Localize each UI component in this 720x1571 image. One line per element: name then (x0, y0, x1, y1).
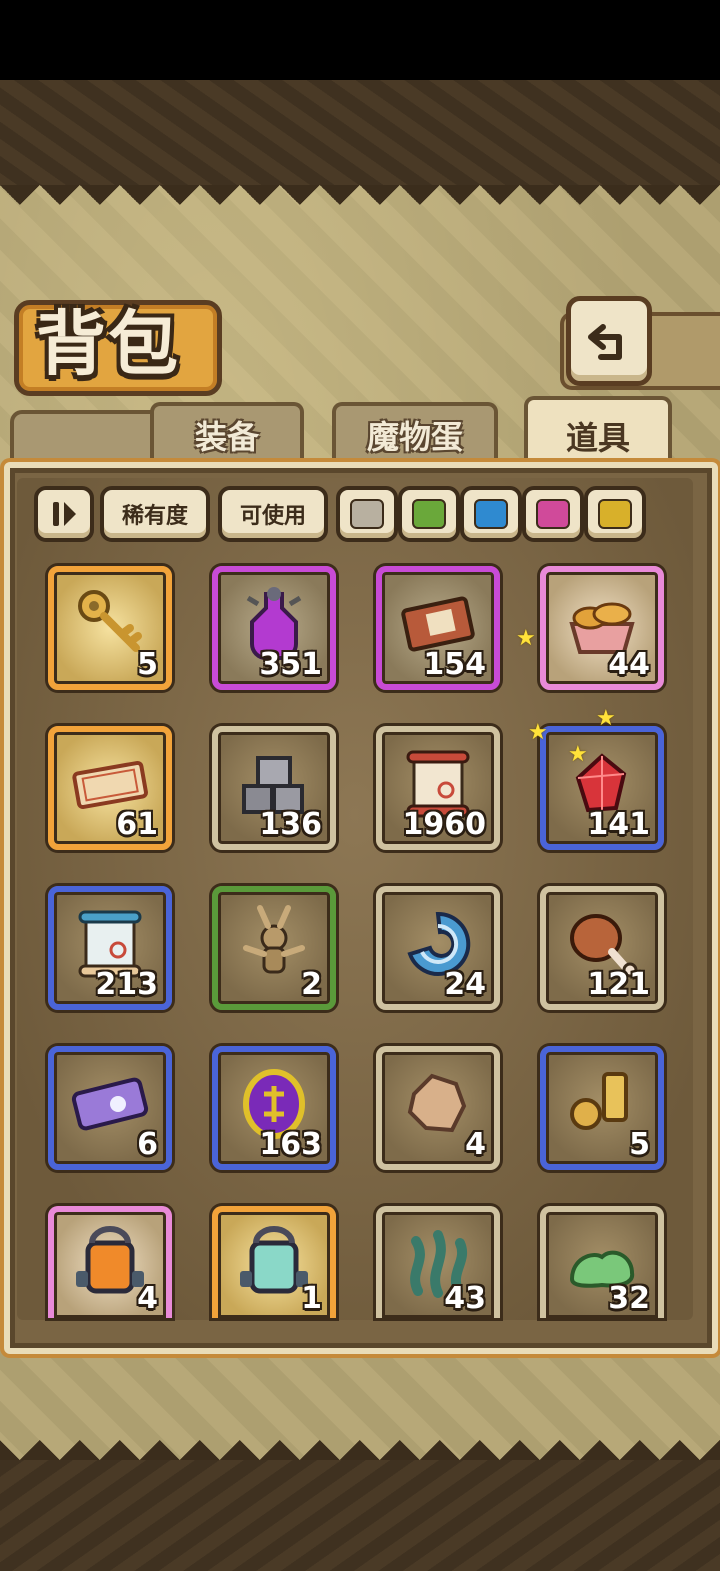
torn-edge-top (0, 185, 720, 225)
map-background-top (0, 80, 720, 190)
item-count: 351 (259, 647, 322, 682)
sparkle-star-icon: ★ (528, 720, 548, 745)
inventory-slot[interactable]: 136 (212, 726, 336, 850)
inventory-slot[interactable]: 4 (48, 1206, 172, 1318)
item-count: 213 (95, 967, 158, 1002)
item-count: 154 (423, 647, 486, 682)
rarity-filter-button[interactable]: 稀有度 (100, 486, 210, 542)
item-count: 5 (629, 1127, 650, 1162)
back-button[interactable] (566, 296, 652, 386)
item-count: 1960 (402, 807, 487, 842)
item-count: 5 (137, 647, 158, 682)
swatch-color (350, 499, 384, 529)
item-count: 6 (137, 1127, 158, 1162)
tab-items[interactable]: 道具 (524, 396, 672, 472)
inventory-slot[interactable]: 6 (48, 1046, 172, 1170)
inventory-slot[interactable]: 44 (540, 566, 664, 690)
item-count: 4 (465, 1127, 486, 1162)
tab-label: 装备 (194, 418, 259, 456)
tab-label: 道具 (565, 419, 630, 457)
tab-equipment[interactable]: 装备 (150, 402, 304, 464)
inventory-slot[interactable]: 43 (376, 1206, 500, 1318)
swatch-color (412, 499, 446, 529)
item-count: 43 (444, 1281, 486, 1316)
sparkle-star-icon: ★ (516, 626, 536, 651)
inventory-slot[interactable]: 61 (48, 726, 172, 850)
item-count: 32 (608, 1281, 650, 1316)
sort-toggle-icon (53, 502, 76, 526)
inventory-slot[interactable]: 2 (212, 886, 336, 1010)
sparkle-star-icon: ★ (596, 706, 616, 731)
swatch-color (536, 499, 570, 529)
rarity-swatch-blue[interactable] (460, 486, 522, 542)
inventory-slot[interactable]: 1960 (376, 726, 500, 850)
item-count: 24 (444, 967, 486, 1002)
sort-toggle-button[interactable] (34, 486, 94, 542)
inventory-slot[interactable]: 154 (376, 566, 500, 690)
swatch-color (598, 499, 632, 529)
inventory-slot[interactable]: 351 (212, 566, 336, 690)
inventory-slot[interactable]: 213 (48, 886, 172, 1010)
item-count: 136 (259, 807, 322, 842)
inventory-slot[interactable]: 32 (540, 1206, 664, 1318)
inventory-slot[interactable]: 1 (212, 1206, 336, 1318)
status-bar (0, 0, 720, 80)
inventory-slot[interactable]: 163 (212, 1046, 336, 1170)
rarity-swatch-gold[interactable] (584, 486, 646, 542)
rarity-swatch-green[interactable] (398, 486, 460, 542)
rarity-filter-label: 稀有度 (121, 504, 188, 529)
item-count: 61 (116, 807, 158, 842)
rarity-swatch-grey[interactable] (336, 486, 398, 542)
tab-monster-egg[interactable]: 魔物蛋 (332, 402, 498, 464)
sparkle-star-icon: ★ (568, 742, 588, 767)
back-arrow-icon (588, 324, 622, 360)
torn-edge-bottom (0, 1420, 720, 1460)
item-count: 163 (259, 1127, 322, 1162)
item-count: 121 (587, 967, 650, 1002)
inventory-slot[interactable]: 5 (540, 1046, 664, 1170)
item-count: 44 (608, 647, 650, 682)
item-count: 141 (587, 807, 650, 842)
inventory-slot[interactable]: 5 (48, 566, 172, 690)
item-count: 1 (301, 1281, 322, 1316)
item-count: 2 (301, 967, 322, 1002)
inventory-slot[interactable]: 4 (376, 1046, 500, 1170)
inventory-slot[interactable]: 121 (540, 886, 664, 1010)
inventory-slot[interactable]: 141 (540, 726, 664, 850)
item-count: 4 (137, 1281, 158, 1316)
map-background-bottom (0, 1460, 720, 1571)
usable-filter-label: 可使用 (239, 504, 306, 529)
swatch-color (474, 499, 508, 529)
usable-filter-button[interactable]: 可使用 (218, 486, 328, 542)
rarity-swatch-pink[interactable] (522, 486, 584, 542)
tab-spacer (10, 410, 156, 466)
page-title: 背包 (36, 302, 180, 385)
tab-label: 魔物蛋 (366, 418, 463, 456)
inventory-slot[interactable]: 24 (376, 886, 500, 1010)
